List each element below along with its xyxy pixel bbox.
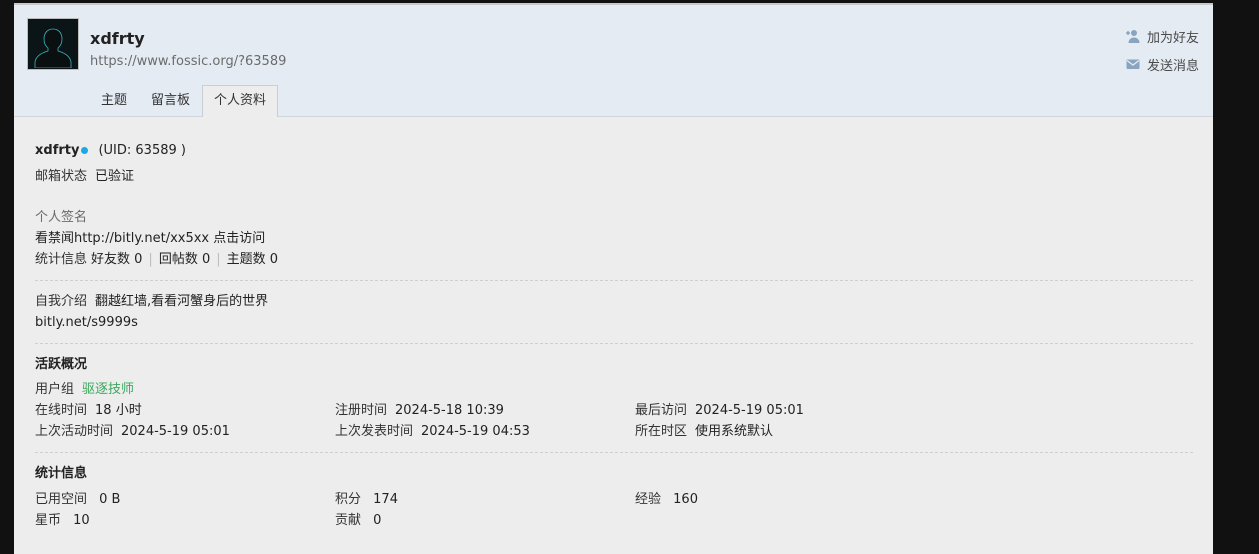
intro-value: 翻越红墙,看看河蟹身后的世界 xyxy=(95,294,269,309)
tab-guestbook[interactable]: 留言板 xyxy=(139,85,202,116)
intro-link: bitly.net/s9999s xyxy=(35,315,138,330)
space-label: 已用空间 xyxy=(35,492,88,507)
group-label: 用户组 xyxy=(35,382,75,397)
add-friend-label: 加为好友 xyxy=(1146,30,1199,46)
last-visit-label: 最后访问 xyxy=(635,403,688,418)
last-active-label: 上次活动时间 xyxy=(35,424,114,439)
last-visit-value: 2024-5-19 05:01 xyxy=(695,403,804,418)
profile-panel: xdfrty https://www.fossic.org/?63589 加为好… xyxy=(14,3,1213,554)
threads-count[interactable]: 主题数 0 xyxy=(227,252,278,267)
add-friend-icon xyxy=(1125,30,1140,43)
signature-value: 看禁闻http://bitly.net/xx5xx 点击访问 xyxy=(35,231,266,246)
last-post-value: 2024-5-19 04:53 xyxy=(421,424,530,439)
stats-label: 统计信息 xyxy=(35,252,88,267)
register-time-value: 2024-5-18 10:39 xyxy=(395,403,504,418)
coins-value: 10 xyxy=(73,513,90,528)
profile-tabs: 主题 留言板 个人资料 xyxy=(89,85,279,117)
profile-uid: (UID: 63589 ) xyxy=(98,143,186,158)
activity-grid: 在线时间 18 小时 注册时间 2024-5-18 10:39 最后访问 2024-5… xyxy=(35,400,1193,442)
statistics-grid: 已用空间 0 B 积分 174 经验 160 星币 10 贡献 0 xyxy=(35,489,1193,531)
last-post-label: 上次发表时间 xyxy=(335,424,414,439)
profile-header: xdfrty https://www.fossic.org/?63589 加为好… xyxy=(14,5,1213,117)
register-time-label: 注册时间 xyxy=(335,403,388,418)
divider xyxy=(35,280,1193,281)
intro-label: 自我介绍 xyxy=(35,294,88,309)
online-time-label: 在线时间 xyxy=(35,403,88,418)
avatar[interactable] xyxy=(27,18,79,70)
tab-profile[interactable]: 个人资料 xyxy=(202,85,279,117)
profile-actions: 加为好友 发送消息 xyxy=(1125,22,1199,78)
profile-url[interactable]: https://www.fossic.org/?63589 xyxy=(90,54,286,69)
signature-label: 个人签名 xyxy=(35,210,88,225)
tab-threads[interactable]: 主题 xyxy=(89,85,139,116)
header-username: xdfrty xyxy=(90,29,145,48)
online-time-value: 18 小时 xyxy=(95,403,142,418)
add-friend-button[interactable]: 加为好友 xyxy=(1125,22,1199,50)
email-status-value: 已验证 xyxy=(95,169,135,184)
experience-value: 160 xyxy=(673,492,698,507)
space-value: 0 B xyxy=(99,492,121,507)
timezone-value: 使用系统默认 xyxy=(695,424,774,439)
user-silhouette-avatar xyxy=(29,20,77,68)
timezone-label: 所在时区 xyxy=(635,424,688,439)
contribution-label: 贡献 xyxy=(335,513,362,528)
mail-icon xyxy=(1126,59,1140,69)
divider xyxy=(35,343,1193,344)
activity-title: 活跃概况 xyxy=(35,357,88,372)
last-active-value: 2024-5-19 05:01 xyxy=(121,424,230,439)
statistics-title: 统计信息 xyxy=(35,466,88,481)
online-dot xyxy=(81,146,89,154)
group-value[interactable]: 驱逐技师 xyxy=(82,382,134,397)
friends-count[interactable]: 好友数 0 xyxy=(91,252,142,267)
coins-label: 星币 xyxy=(35,513,62,528)
points-value: 174 xyxy=(373,492,398,507)
points-label: 积分 xyxy=(335,492,362,507)
send-message-button[interactable]: 发送消息 xyxy=(1125,50,1199,78)
contribution-value: 0 xyxy=(373,513,382,528)
divider xyxy=(35,452,1193,453)
profile-content: xdfrty (UID: 63589 ) 邮箱状态 已验证 个人签名 看禁闻http… xyxy=(14,117,1213,531)
replies-count[interactable]: 回帖数 0 xyxy=(159,252,210,267)
experience-label: 经验 xyxy=(635,492,662,507)
profile-name: xdfrty xyxy=(35,143,80,158)
email-status-label: 邮箱状态 xyxy=(35,169,88,184)
send-message-label: 发送消息 xyxy=(1146,58,1199,74)
